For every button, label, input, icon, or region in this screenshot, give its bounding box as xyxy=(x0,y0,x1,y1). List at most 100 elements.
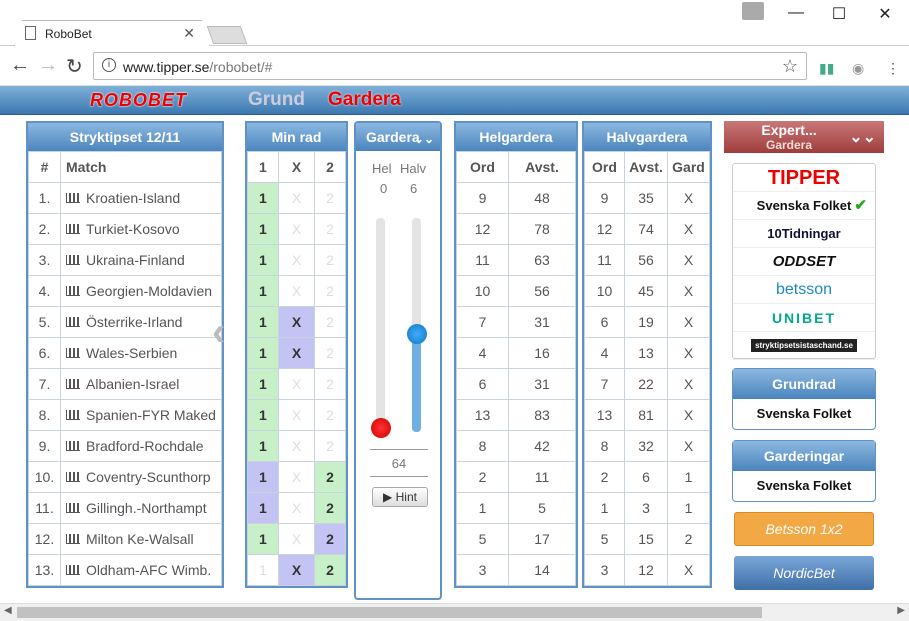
pick-cell[interactable]: X xyxy=(277,213,316,245)
hint-button[interactable]: ▶ Hint xyxy=(372,487,428,507)
stats-chart-icon[interactable] xyxy=(66,379,80,389)
bookmark-star-icon[interactable]: ☆ xyxy=(782,56,798,77)
gardera-header[interactable]: Gardera ⌄⌄ xyxy=(356,123,440,151)
pick-cell[interactable]: 2 xyxy=(314,461,346,493)
pick-cell[interactable]: X xyxy=(277,244,316,276)
source-stryktipsetsistaschans[interactable]: stryktipsetsistaschand.se xyxy=(733,332,875,360)
stats-chart-icon[interactable] xyxy=(66,224,80,234)
match-cell[interactable]: Oldham-AFC Wimb. xyxy=(60,554,222,586)
pick-cell[interactable]: 1 xyxy=(247,554,279,586)
profile-icon[interactable] xyxy=(742,2,764,20)
garderingar-box[interactable]: Garderingar Svenska Folket xyxy=(732,440,876,502)
reload-icon[interactable]: ↻ xyxy=(66,54,83,79)
pick-cell[interactable]: X xyxy=(277,337,316,369)
pick-cell[interactable]: 1 xyxy=(247,492,279,524)
match-cell[interactable]: Ukraina-Finland xyxy=(60,244,222,276)
hel-slider[interactable] xyxy=(371,218,391,438)
scroll-right-icon[interactable]: ▶ xyxy=(897,605,905,616)
expert-gardera-button[interactable]: Expert... Gardera ⌄⌄ xyxy=(724,121,884,153)
stats-chart-icon[interactable] xyxy=(66,534,80,544)
pick-cell[interactable]: 2 xyxy=(314,554,346,586)
source-svenska-folket[interactable]: Svenska Folket ✔ xyxy=(733,192,875,220)
minimize-icon[interactable]: — xyxy=(786,4,806,22)
pick-cell[interactable]: 2 xyxy=(314,430,346,462)
stats-chart-icon[interactable] xyxy=(66,348,80,358)
source-10tidningar[interactable]: 10Tidningar xyxy=(733,220,875,248)
close-window-icon[interactable]: ✕ xyxy=(875,4,895,24)
scroll-left-icon[interactable]: ◀ xyxy=(4,605,12,616)
info-icon[interactable]: i xyxy=(102,58,116,72)
match-cell[interactable]: Georgien-Moldavien xyxy=(60,275,222,307)
pick-cell[interactable]: 2 xyxy=(314,275,346,307)
pick-cell[interactable]: X xyxy=(277,368,316,400)
pick-cell[interactable]: 1 xyxy=(247,461,279,493)
menu-icon[interactable]: ⋮ xyxy=(886,60,900,77)
pick-cell[interactable]: 2 xyxy=(314,244,346,276)
pick-cell[interactable]: 1 xyxy=(247,213,279,245)
pick-cell[interactable]: 1 xyxy=(247,523,279,555)
pick-cell[interactable]: X xyxy=(277,492,316,524)
source-tipper[interactable]: TIPPER xyxy=(733,164,875,192)
pick-cell[interactable]: X xyxy=(277,523,316,555)
stats-chart-icon[interactable] xyxy=(66,286,80,296)
stats-chart-icon[interactable] xyxy=(66,193,80,203)
pick-cell[interactable]: 2 xyxy=(314,306,346,338)
stats-chart-icon[interactable] xyxy=(66,255,80,265)
stats-chart-icon[interactable] xyxy=(66,503,80,513)
pick-cell[interactable]: 1 xyxy=(247,399,279,431)
source-unibet[interactable]: UNIBET xyxy=(733,304,875,332)
pick-cell[interactable]: 2 xyxy=(314,523,346,555)
pick-cell[interactable]: 1 xyxy=(247,275,279,307)
match-cell[interactable]: Wales-Serbien xyxy=(60,337,222,369)
match-cell[interactable]: Albanien-Israel xyxy=(60,368,222,400)
match-cell[interactable]: Bradford-Rochdale xyxy=(60,430,222,462)
chevron-left-icon[interactable]: ‹ xyxy=(212,310,225,355)
stats-chart-icon[interactable] xyxy=(66,441,80,451)
pick-cell[interactable]: 1 xyxy=(247,306,279,338)
close-tab-icon[interactable]: ✕ xyxy=(183,25,195,42)
chevron-down-icon[interactable]: ⌄⌄ xyxy=(414,125,434,153)
new-tab-button[interactable] xyxy=(206,26,248,44)
nav-gardera[interactable]: Gardera xyxy=(328,89,401,111)
betsson-1x2-button[interactable]: Betsson 1x2 xyxy=(734,512,874,546)
halv-slider-knob[interactable] xyxy=(407,324,427,344)
pick-cell[interactable]: 1 xyxy=(247,337,279,369)
tab-robobet[interactable]: RoboBet ✕ xyxy=(14,20,210,47)
pick-cell[interactable]: 2 xyxy=(314,368,346,400)
source-oddset[interactable]: ODDSET xyxy=(733,248,875,276)
address-bar[interactable]: i www.tipper.se/robobet/# ☆ xyxy=(93,52,807,80)
back-icon[interactable]: ← xyxy=(10,54,30,77)
halv-slider[interactable] xyxy=(407,218,427,432)
nav-grund[interactable]: Grund xyxy=(248,89,305,111)
stats-chart-icon[interactable] xyxy=(66,565,80,575)
pick-cell[interactable]: 1 xyxy=(247,244,279,276)
match-cell[interactable]: Coventry-Scunthorp xyxy=(60,461,222,493)
pick-cell[interactable]: X xyxy=(277,554,316,586)
pick-cell[interactable]: X xyxy=(277,306,316,338)
source-betsson[interactable]: betsson xyxy=(733,276,875,304)
nordicbet-button[interactable]: NordicBet xyxy=(734,556,874,590)
match-cell[interactable]: Österrike-Irland xyxy=(60,306,222,338)
maximize-icon[interactable]: ☐ xyxy=(829,4,849,24)
match-cell[interactable]: Gillingh.-Northampt xyxy=(60,492,222,524)
match-cell[interactable]: Kroatien-Island xyxy=(60,182,222,214)
scrollbar-thumb[interactable] xyxy=(17,607,762,618)
pick-cell[interactable]: X xyxy=(277,275,316,307)
pick-cell[interactable]: X xyxy=(277,430,316,462)
match-cell[interactable]: Turkiet-Kosovo xyxy=(60,213,222,245)
match-cell[interactable]: Milton Ke-Walsall xyxy=(60,523,222,555)
hel-slider-knob[interactable] xyxy=(371,418,391,438)
match-cell[interactable]: Spanien-FYR Maked xyxy=(60,399,222,431)
pick-cell[interactable]: X xyxy=(277,399,316,431)
pick-cell[interactable]: X xyxy=(277,182,316,214)
extension-chart-icon[interactable]: ▮▮ xyxy=(819,60,834,77)
extension-icon[interactable]: ◉ xyxy=(852,60,864,77)
pick-cell[interactable]: 1 xyxy=(247,182,279,214)
stats-chart-icon[interactable] xyxy=(66,410,80,420)
pick-cell[interactable]: X xyxy=(277,461,316,493)
pick-cell[interactable]: 2 xyxy=(314,492,346,524)
horizontal-scrollbar[interactable]: ◀ ▶ xyxy=(0,603,909,621)
pick-cell[interactable]: 2 xyxy=(314,399,346,431)
pick-cell[interactable]: 1 xyxy=(247,430,279,462)
pick-cell[interactable]: 2 xyxy=(314,182,346,214)
